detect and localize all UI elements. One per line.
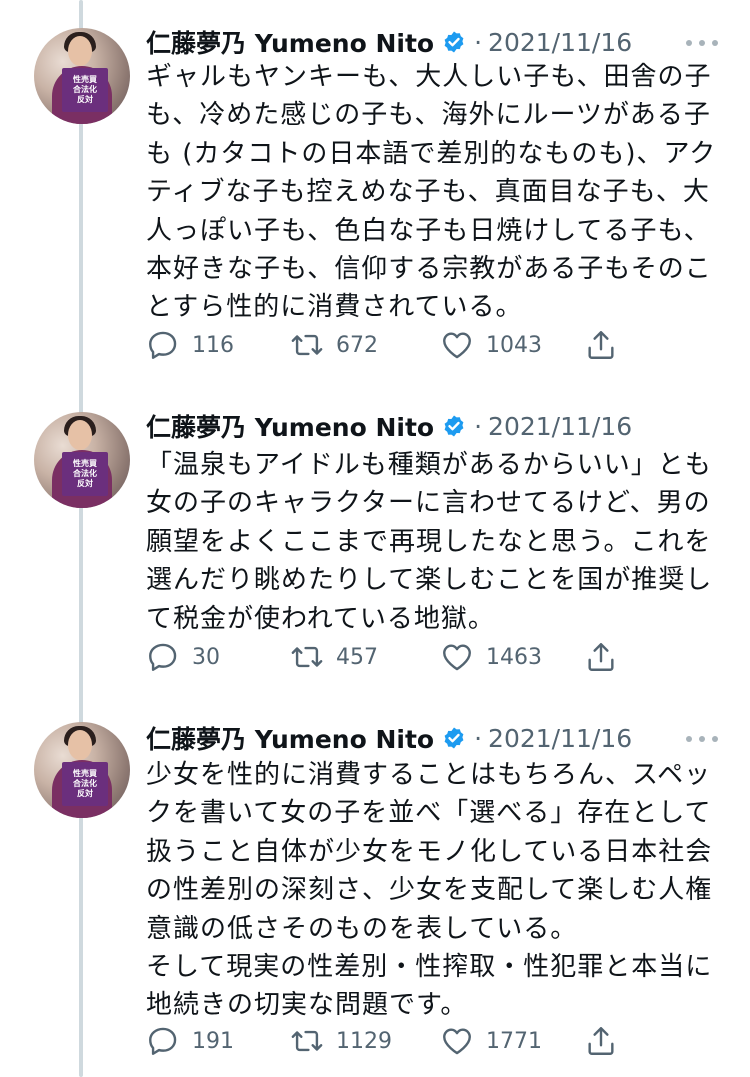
reply-button[interactable]: 116 (146, 325, 234, 365)
reply-count: 30 (192, 644, 220, 670)
like-count: 1463 (486, 644, 542, 670)
avatar-sign: 性売買 合法化 反対 (62, 762, 108, 806)
more-icon[interactable] (686, 734, 718, 744)
tweet-header: 仁藤夢乃 Yumeno Nito · 2021/11/16 (146, 718, 632, 758)
avatar-sign: 性売買 合法化 反対 (62, 68, 108, 112)
retweet-count: 1129 (336, 1028, 392, 1054)
tweet-text: ギャルもヤンキーも、大人しい子も、田舎の子 も、冷めた感じの子も、海外にルーツが… (146, 62, 717, 323)
share-icon (588, 1027, 614, 1055)
verified-badge-icon (444, 31, 464, 53)
retweet-button[interactable]: 672 (290, 325, 378, 365)
like-button[interactable]: 1043 (440, 325, 542, 365)
share-button[interactable] (584, 637, 618, 677)
avatar[interactable]: 性売買 合法化 反対 (34, 28, 130, 124)
reply-count: 116 (192, 332, 234, 358)
more-icon[interactable] (686, 38, 718, 48)
avatar[interactable]: 性売買 合法化 反対 (34, 722, 130, 818)
reply-icon (149, 331, 177, 359)
reply-count: 191 (192, 1028, 234, 1054)
retweet-icon (291, 334, 323, 356)
author-name[interactable]: 仁藤夢乃 Yumeno Nito (146, 24, 434, 60)
tweet-text: 少女を性的に消費することはもちろん、スペッ クを書いて女の子を並べ「選べる」存在… (146, 760, 713, 1021)
like-icon (443, 332, 471, 359)
like-count: 1043 (486, 332, 542, 358)
tweet-actions: 30 457 1463 (146, 637, 636, 677)
like-icon (443, 644, 471, 671)
retweet-icon (291, 1030, 323, 1052)
author-name[interactable]: 仁藤夢乃 Yumeno Nito (146, 408, 434, 444)
retweet-icon (291, 646, 323, 668)
verified-badge-icon (444, 415, 464, 437)
tweet-header: 仁藤夢乃 Yumeno Nito · 2021/11/16 (146, 406, 632, 446)
avatar[interactable]: 性売買 合法化 反対 (34, 412, 130, 508)
reply-icon (149, 643, 177, 671)
like-count: 1771 (486, 1028, 542, 1054)
tweet-text: 「温泉もアイドルも種類があるからいい」とも 女の子のキャラクターに言わせてるけど… (146, 450, 713, 634)
tweet-actions: 191 1129 1771 (146, 1021, 636, 1061)
tweet-actions: 116 672 1043 (146, 325, 636, 365)
tweet-header: 仁藤夢乃 Yumeno Nito · 2021/11/16 (146, 22, 632, 62)
author-name[interactable]: 仁藤夢乃 Yumeno Nito (146, 720, 434, 756)
like-button[interactable]: 1771 (440, 1021, 542, 1061)
verified-badge-icon (444, 727, 464, 749)
share-icon (588, 643, 614, 671)
share-icon (588, 331, 614, 359)
retweet-count: 457 (336, 644, 378, 670)
share-button[interactable] (584, 1021, 618, 1061)
reply-button[interactable]: 30 (146, 637, 220, 677)
retweet-button[interactable]: 457 (290, 637, 378, 677)
tweet-date[interactable]: 2021/11/16 (488, 412, 632, 441)
retweet-button[interactable]: 1129 (290, 1021, 392, 1061)
like-icon (443, 1028, 471, 1055)
avatar-sign: 性売買 合法化 反対 (62, 452, 108, 496)
tweet-date[interactable]: 2021/11/16 (488, 724, 632, 753)
share-button[interactable] (584, 325, 618, 365)
reply-icon (149, 1027, 177, 1055)
like-button[interactable]: 1463 (440, 637, 542, 677)
tweet-date[interactable]: 2021/11/16 (488, 28, 632, 57)
reply-button[interactable]: 191 (146, 1021, 234, 1061)
retweet-count: 672 (336, 332, 378, 358)
thread-connector-line (79, 0, 83, 1077)
